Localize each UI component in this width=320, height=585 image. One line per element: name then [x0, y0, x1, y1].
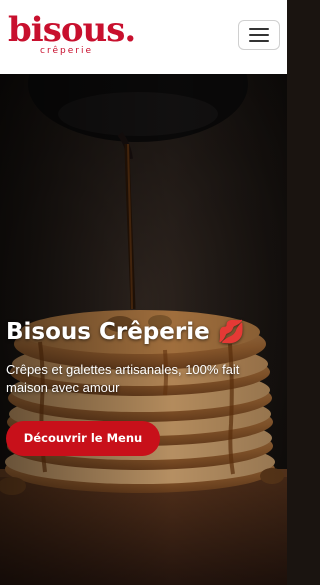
- kiss-lips-icon: 💋: [217, 320, 246, 345]
- menu-toggle-button[interactable]: [238, 20, 280, 50]
- top-navbar: bisous. crêperie: [0, 0, 287, 74]
- brand-logo[interactable]: bisous. crêperie: [8, 8, 136, 60]
- logo-wordmark: bisous.: [8, 10, 136, 50]
- hamburger-menu-icon: [249, 28, 269, 30]
- hero-title: Bisous Crêperie 💋: [6, 317, 276, 348]
- hero-title-text: Bisous Crêperie: [6, 319, 210, 345]
- discover-menu-button[interactable]: Découvrir le Menu: [6, 421, 160, 456]
- hamburger-menu-icon-bar: [249, 40, 269, 42]
- hero-subtitle: Crêpes et galettes artisanales, 100% fai…: [6, 362, 240, 395]
- hero-section: Bisous Crêperie 💋 Crêpes et galettes art…: [0, 74, 287, 585]
- hamburger-menu-icon-bar: [249, 34, 269, 36]
- logo-tagline: crêperie: [40, 46, 93, 56]
